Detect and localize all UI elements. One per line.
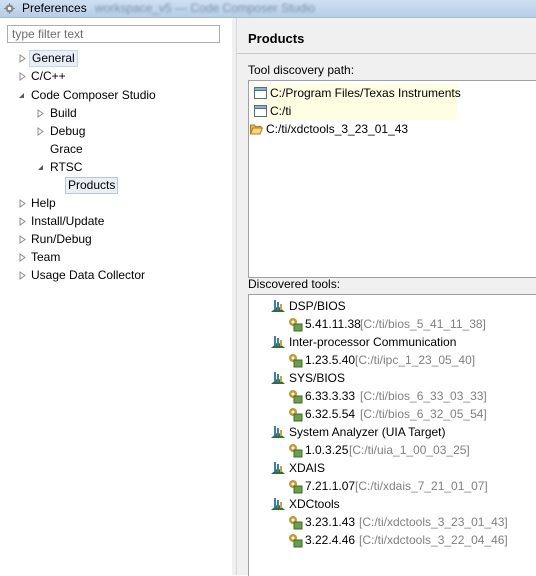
discovery-path-text: C:/Program Files/Texas Instruments bbox=[270, 86, 461, 100]
tool-version-path: [C:/ti/uia_1_00_03_25] bbox=[349, 443, 470, 457]
tool-version-path: [C:/ti/xdctools_3_22_04_46] bbox=[359, 533, 508, 547]
tool-version: 7.21.1.07 bbox=[305, 479, 356, 493]
gear-package-icon bbox=[289, 534, 303, 548]
gear-package-icon bbox=[289, 480, 303, 494]
discovery-path-item[interactable]: C:/Program Files/Texas Instruments bbox=[252, 84, 461, 102]
tool-discovery-path-label: Tool discovery path: bbox=[248, 63, 355, 77]
tree-label-help: Help bbox=[31, 196, 56, 210]
tool-name: SYS/BIOS bbox=[289, 371, 346, 385]
folder-checkbox-icon bbox=[254, 105, 267, 117]
tree-label-debug: Debug bbox=[50, 124, 86, 138]
products-page: Products Tool discovery path: C:/Program… bbox=[236, 18, 536, 576]
chevron-right-icon[interactable] bbox=[18, 72, 27, 81]
tree-label-grace: Grace bbox=[50, 142, 83, 156]
product-icon bbox=[271, 372, 285, 384]
gear-package-icon bbox=[289, 516, 303, 530]
chevron-right-icon[interactable] bbox=[18, 199, 27, 208]
gear-icon bbox=[4, 3, 15, 14]
title-bar: Preferences workspace_v5 — Code Composer… bbox=[0, 0, 536, 18]
tool-discovery-path-list[interactable]: C:/Program Files/Texas Instruments C:/ti… bbox=[248, 80, 536, 278]
tree-label-run-debug: Run/Debug bbox=[31, 232, 92, 246]
gear-package-icon bbox=[289, 354, 303, 368]
tool-version: 1.0.3.25 bbox=[305, 443, 349, 457]
tool-version-path: [C:/ti/xdctools_3_23_01_43] bbox=[359, 515, 508, 529]
tool-version: 6.33.3.33 bbox=[305, 389, 356, 403]
filter-input[interactable] bbox=[7, 25, 220, 43]
tool-name: System Analyzer (UIA Target) bbox=[289, 425, 446, 439]
chevron-right-icon[interactable] bbox=[18, 54, 27, 63]
tool-name: XDCtools bbox=[289, 497, 340, 511]
tool-version-path: [C:/ti/ipc_1_23_05_40] bbox=[355, 353, 476, 367]
chevron-right-icon[interactable] bbox=[36, 127, 45, 136]
tool-name: Inter-processor Communication bbox=[289, 335, 457, 349]
window-title-blurred: workspace_v5 — Code Composer Studio bbox=[95, 1, 316, 15]
chevron-down-icon[interactable] bbox=[36, 163, 45, 172]
gear-package-icon bbox=[289, 408, 303, 422]
product-icon bbox=[271, 426, 285, 438]
chevron-right-icon[interactable] bbox=[18, 235, 27, 244]
tree-label-cpp: C/C++ bbox=[31, 69, 66, 83]
folder-checkbox-icon bbox=[254, 87, 267, 99]
product-icon bbox=[271, 462, 285, 474]
discovery-path-item[interactable]: C:/ti/xdctools_3_23_01_43 bbox=[248, 120, 453, 138]
tree-label-team: Team bbox=[31, 250, 61, 264]
tool-version-path: [C:/ti/bios_6_33_03_33] bbox=[360, 389, 487, 403]
product-icon bbox=[271, 336, 285, 348]
discovery-path-text: C:/ti bbox=[270, 104, 292, 118]
tool-version-path: [C:/ti/bios_5_41_11_38] bbox=[360, 317, 486, 331]
tool-version-path: [C:/ti/xdais_7_21_01_07] bbox=[355, 479, 488, 493]
tool-name: XDAIS bbox=[289, 461, 326, 475]
chevron-right-icon[interactable] bbox=[36, 109, 45, 118]
tool-version: 3.22.4.46 bbox=[305, 533, 356, 547]
gear-package-icon bbox=[289, 444, 303, 458]
tool-version-path: [C:/ti/bios_6_32_05_54] bbox=[360, 407, 487, 421]
product-icon bbox=[271, 300, 285, 312]
discovered-tools-label: Discovered tools: bbox=[248, 277, 341, 291]
tool-version: 6.32.5.54 bbox=[305, 407, 356, 421]
chevron-down-icon[interactable] bbox=[17, 91, 26, 100]
open-folder-icon bbox=[250, 124, 263, 135]
discovered-tools-list[interactable]: DSP/BIOS 5.41.11.38 [C:/ti/bios_5_41_11_… bbox=[248, 294, 536, 576]
tool-name: DSP/BIOS bbox=[289, 299, 346, 313]
window-title: Preferences bbox=[22, 1, 87, 15]
gear-package-icon bbox=[289, 318, 303, 332]
tree-label-products: Products bbox=[65, 177, 119, 194]
tree-label-code-composer-studio: Code Composer Studio bbox=[31, 88, 156, 102]
page-title: Products bbox=[248, 31, 305, 46]
chevron-right-icon[interactable] bbox=[18, 217, 27, 226]
tree-label-general: General bbox=[29, 50, 78, 67]
tool-version: 1.23.5.40 bbox=[305, 353, 356, 367]
tree-label-rtsc: RTSC bbox=[50, 160, 83, 174]
preferences-tree-panel: General C/C++ Code Composer Studio Build… bbox=[0, 18, 232, 575]
chevron-right-icon[interactable] bbox=[18, 271, 27, 280]
tool-version: 3.23.1.43 bbox=[305, 515, 356, 529]
tree-label-build: Build bbox=[50, 106, 77, 120]
discovery-path-item[interactable]: C:/ti bbox=[252, 102, 457, 120]
tree-label-install-update: Install/Update bbox=[31, 214, 105, 228]
discovery-path-text: C:/ti/xdctools_3_23_01_43 bbox=[266, 122, 409, 136]
chevron-right-icon[interactable] bbox=[18, 253, 27, 262]
product-icon bbox=[271, 498, 285, 510]
tool-version: 5.41.11.38 bbox=[305, 317, 361, 331]
title-divider bbox=[237, 53, 536, 54]
gear-package-icon bbox=[289, 390, 303, 404]
tree-label-usage-data-collector: Usage Data Collector bbox=[31, 268, 146, 282]
